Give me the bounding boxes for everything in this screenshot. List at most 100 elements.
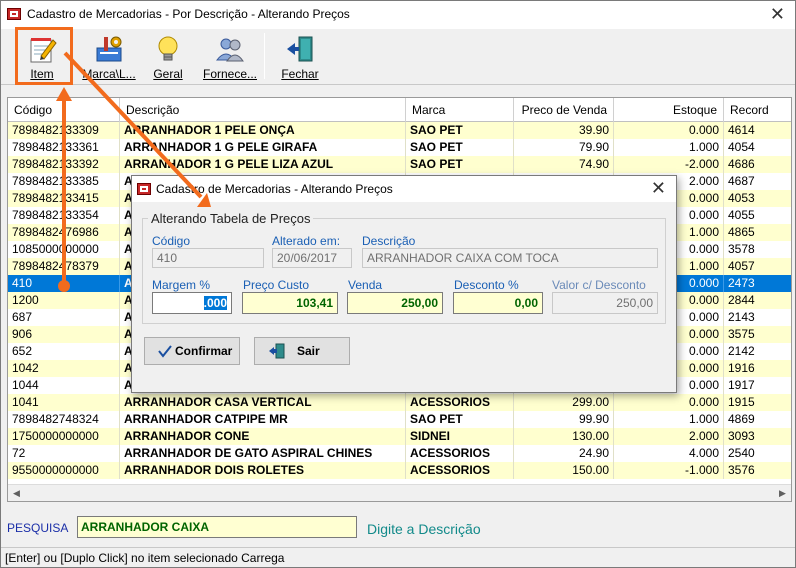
cell-preco: 39.90 [514,122,614,139]
toolbar-separator [264,33,265,79]
custo-field[interactable] [242,292,338,314]
geral-button[interactable]: Geral [147,31,189,83]
cell-record: 4054 [724,139,791,156]
table-row[interactable]: 7898482133361 ARRANHADOR 1 G PELE GIRAFA S… [8,139,791,156]
dialog-title-bar: Cadastro de Mercadorias - Alterando Preç… [132,176,676,202]
status-bar: [Enter] ou [Duplo Click] no item selecio… [1,547,795,567]
cell-record: 3576 [724,462,791,479]
cell-estoque: -2.000 [614,156,724,173]
custo-label: Preço Custo [243,278,310,292]
table-row[interactable]: 7898482748324 ARRANHADOR CATPIPE MR SAO PE… [8,411,791,428]
cell-codigo: 687 [8,309,120,326]
cell-record: 4686 [724,156,791,173]
cell-codigo: 72 [8,445,120,462]
marca-button-label: Marca\L... [82,67,136,81]
margem-value: .000 [203,296,227,310]
fornecedor-button-label: Fornece... [202,67,258,81]
sair-button[interactable]: Sair [254,337,350,365]
margem-field[interactable]: .000 [152,292,232,314]
scroll-left-icon[interactable]: ◀ [8,485,25,501]
fechar-button-label: Fechar [281,67,319,81]
column-header-marca[interactable]: Marca [406,98,514,122]
cell-descricao: ARRANHADOR CONE [120,428,406,445]
column-header-codigo[interactable]: Código [8,98,120,122]
window-close-button[interactable]: ✕ [770,4,785,24]
margem-label: Margem % [152,278,211,292]
cell-descricao: ARRANHADOR DOIS ROLETES [120,462,406,479]
cell-marca: SAO PET [406,122,514,139]
tools-icon [96,36,122,62]
cell-record: 3578 [724,241,791,258]
cell-descricao: ARRANHADOR 1 PELE ONÇA [120,122,406,139]
cell-codigo: 1041 [8,394,120,411]
table-row[interactable]: 1750000000000 ARRANHADOR CONE SIDNEI 130.00… [8,428,791,445]
column-header-estoque[interactable]: Estoque [614,98,724,122]
search-label: PESQUISA [7,521,69,535]
sair-label: Sair [297,344,320,358]
dialog-app-icon [137,183,151,195]
search-input[interactable] [77,516,357,538]
cell-codigo: 906 [8,326,120,343]
search-hint: Digite a Descrição [367,521,481,537]
cell-codigo: 7898482133415 [8,190,120,207]
column-header-descricao[interactable]: Descrição [120,98,406,122]
codigo-field: 410 [152,248,264,268]
scroll-right-icon[interactable]: ▶ [774,485,791,501]
fechar-button[interactable]: Fechar [277,31,323,83]
cell-marca: SIDNEI [406,428,514,445]
table-row[interactable]: 72 ARRANHADOR DE GATO ASPIRAL CHINES ACESS… [8,445,791,462]
descricao-label: Descrição [362,234,416,248]
valor-desconto-label: Valor c/ Desconto [552,278,646,292]
column-header-record[interactable]: Record [724,98,791,122]
cell-codigo: 1044 [8,377,120,394]
window-title: Cadastro de Mercadorias - Por Descrição … [27,7,350,21]
cell-record: 4057 [724,258,791,275]
cell-descricao: ARRANHADOR CASA VERTICAL [120,394,406,411]
cell-codigo: 7898482133392 [8,156,120,173]
venda-field[interactable] [347,292,443,314]
table-row[interactable]: 7898482133392 ARRANHADOR 1 G PELE LIZA AZ… [8,156,791,173]
table-row[interactable]: 1041 ARRANHADOR CASA VERTICAL ACESSORIOS 29… [8,394,791,411]
cell-descricao: ARRANHADOR 1 G PELE GIRAFA [120,139,406,156]
cell-codigo: 7898482476986 [8,224,120,241]
cell-estoque: 1.000 [614,411,724,428]
cell-descricao: ARRANHADOR CATPIPE MR [120,411,406,428]
desconto-label: Desconto % [454,278,519,292]
cell-record: 4865 [724,224,791,241]
cell-record: 1915 [724,394,791,411]
column-header-preco[interactable]: Preco de Venda [514,98,614,122]
main-window: Cadastro de Mercadorias - Por Descrição … [0,0,796,568]
table-row[interactable]: 7898482133309 ARRANHADOR 1 PELE ONÇA SAO P… [8,122,791,139]
fornecedor-button[interactable]: Fornece... [201,31,259,83]
table-row[interactable]: 9550000000000 ARRANHADOR DOIS ROLETES ACES… [8,462,791,479]
alterado-field: 20/06/2017 [272,248,352,268]
marca-button[interactable]: Marca\L... [81,31,137,83]
geral-button-label: Geral [153,67,183,81]
group-title: Alterando Tabela de Preços [148,211,314,226]
horizontal-scrollbar[interactable]: ◀ ▶ [8,484,791,501]
dialog-title: Cadastro de Mercadorias - Alterando Preç… [156,182,393,196]
price-edit-dialog: Cadastro de Mercadorias - Alterando Preç… [131,175,677,393]
venda-label: Venda [348,278,383,292]
cell-codigo: 1042 [8,360,120,377]
dialog-close-button[interactable]: ✕ [651,178,666,198]
cell-codigo: 9550000000000 [8,462,120,479]
cell-record: 2844 [724,292,791,309]
cell-codigo: 1200 [8,292,120,309]
lightbulb-icon [158,36,178,61]
item-highlight-annotation [15,27,73,85]
cell-preco: 79.90 [514,139,614,156]
cell-record: 2143 [724,309,791,326]
confirmar-button[interactable]: Confirmar [144,337,240,365]
cell-record: 4869 [724,411,791,428]
cell-preco: 24.90 [514,445,614,462]
cell-codigo: 7898482478379 [8,258,120,275]
cell-descricao: ARRANHADOR 1 G PELE LIZA AZUL [120,156,406,173]
cell-marca: ACESSORIOS [406,394,514,411]
cell-record: 3093 [724,428,791,445]
confirmar-label: Confirmar [175,344,233,358]
cell-marca: SAO PET [406,156,514,173]
cell-record: 1917 [724,377,791,394]
desconto-field[interactable] [453,292,543,314]
cell-marca: ACESSORIOS [406,462,514,479]
